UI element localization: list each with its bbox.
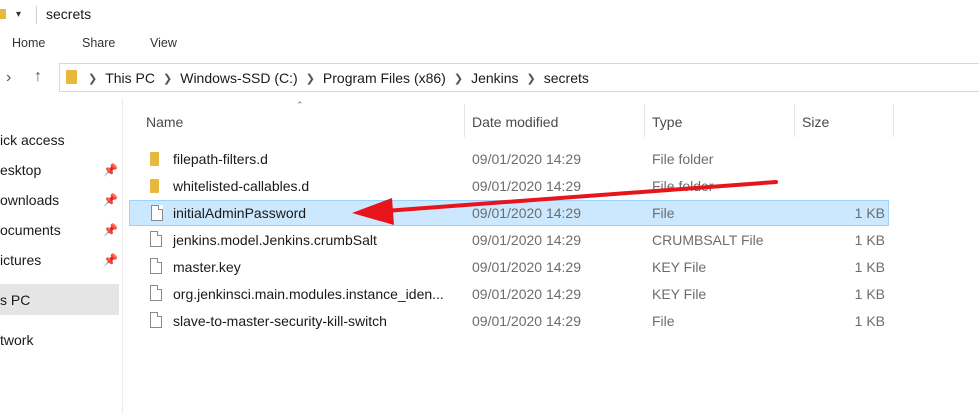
annotation-arrow (352, 180, 778, 225)
